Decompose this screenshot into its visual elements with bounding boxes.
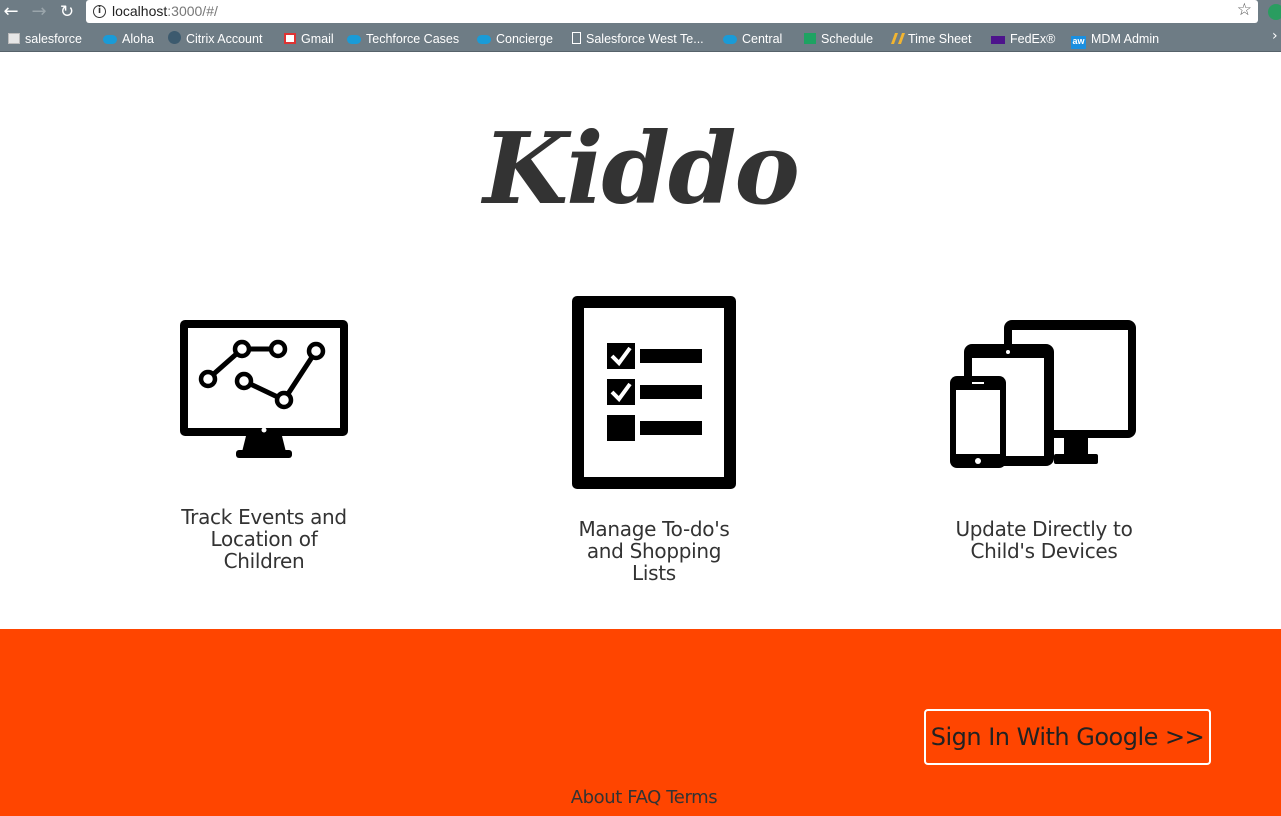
info-icon[interactable]: i	[93, 5, 106, 18]
feature-update-devices: Update Directly to Child's Devices	[934, 318, 1154, 562]
more-bookmarks-icon[interactable]: ›	[1272, 28, 1278, 44]
bookmark-time-sheet[interactable]: Time Sheet	[890, 31, 972, 47]
bookmark-star-icon[interactable]: ☆	[1237, 0, 1252, 20]
aw-icon: aw	[1071, 36, 1086, 49]
checklist-icon	[572, 296, 736, 489]
reload-icon[interactable]: ↻	[56, 1, 78, 23]
timesheet-icon	[890, 33, 906, 44]
bookmarks-bar: salesforce Aloha Citrix Account Gmail Te…	[0, 25, 1281, 52]
url-path: :3000/#/	[167, 3, 218, 19]
caption-line: Child's Devices	[970, 539, 1118, 563]
caption-line: Manage To-do's	[578, 517, 730, 541]
feature-manage-lists: Manage To-do's and Shopping Lists	[544, 296, 764, 586]
bookmark-label: Time Sheet	[908, 32, 972, 46]
sheets-icon	[804, 33, 816, 44]
bookmark-label: MDM Admin	[1091, 32, 1160, 46]
url-host: localhost	[112, 3, 168, 19]
bookmark-mdm-admin[interactable]: aw MDM Admin	[1071, 31, 1160, 49]
bookmark-label: Techforce Cases	[366, 32, 460, 46]
cloud-icon	[723, 35, 737, 44]
bookmark-label: Salesforce West Te...	[586, 32, 704, 46]
feature-caption: Update Directly to Child's Devices	[934, 518, 1154, 562]
caption-line: Track Events and	[181, 505, 347, 529]
fedex-icon	[991, 36, 1005, 44]
browser-toolbar: ← → ↻ i localhost:3000/#/ ☆	[0, 0, 1281, 25]
bookmark-label: Aloha	[122, 32, 154, 46]
footer-section: Sign In With Google >> About FAQ Terms	[0, 629, 1281, 816]
caption-line: and Shopping	[586, 539, 722, 563]
extension-icon[interactable]	[1268, 4, 1281, 20]
cloud-icon	[103, 35, 117, 44]
citrix-icon	[168, 31, 181, 44]
bookmark-label: Central	[742, 32, 783, 46]
bookmark-aloha[interactable]: Aloha	[103, 31, 154, 47]
folder-icon	[8, 33, 20, 44]
caption-line: Children	[223, 549, 305, 573]
document-icon	[572, 32, 581, 44]
caption-line: Update Directly to	[955, 517, 1133, 541]
bookmark-label: Gmail	[301, 32, 334, 46]
bookmark-label: Schedule	[821, 32, 874, 46]
cloud-icon	[477, 35, 491, 44]
bookmark-citrix-account[interactable]: Citrix Account	[168, 31, 262, 47]
gmail-icon	[284, 33, 296, 44]
bookmark-label: FedEx®	[1010, 32, 1056, 46]
url-text[interactable]: localhost:3000/#/	[112, 3, 218, 19]
bookmark-central[interactable]: Central	[723, 31, 782, 47]
forward-icon[interactable]: →	[28, 1, 50, 23]
bookmark-concierge[interactable]: Concierge	[477, 31, 553, 47]
faq-link[interactable]: FAQ	[627, 787, 661, 808]
caption-line: Lists	[632, 561, 676, 585]
bookmark-schedule[interactable]: Schedule	[804, 31, 873, 47]
bookmark-fedex[interactable]: FedEx®	[991, 31, 1055, 47]
caption-line: Location of	[210, 527, 318, 551]
back-icon[interactable]: ←	[0, 1, 22, 23]
sign-in-with-google-button[interactable]: Sign In With Google >>	[924, 709, 1211, 765]
bookmark-salesforce[interactable]: salesforce	[8, 31, 82, 47]
bookmark-gmail[interactable]: Gmail	[284, 31, 334, 47]
app-logo: Kiddo	[483, 112, 800, 227]
monitor-chart-icon	[180, 320, 348, 458]
footer-links: About FAQ Terms	[0, 787, 1281, 808]
terms-link[interactable]: Terms	[666, 787, 717, 808]
devices-icon	[950, 320, 1136, 468]
bookmark-label: Concierge	[496, 32, 553, 46]
cloud-icon	[347, 35, 361, 44]
bookmark-techforce-cases[interactable]: Techforce Cases	[347, 31, 459, 47]
address-bar[interactable]: i localhost:3000/#/ ☆	[86, 0, 1258, 23]
bookmark-label: Citrix Account	[186, 32, 263, 46]
bookmark-salesforce-west[interactable]: Salesforce West Te...	[572, 31, 704, 47]
bookmark-label: salesforce	[25, 32, 82, 46]
feature-track-events: Track Events and Location of Children	[154, 318, 374, 578]
feature-caption: Track Events and Location of Children	[154, 506, 374, 572]
feature-caption: Manage To-do's and Shopping Lists	[544, 518, 764, 584]
about-link[interactable]: About	[571, 787, 623, 808]
